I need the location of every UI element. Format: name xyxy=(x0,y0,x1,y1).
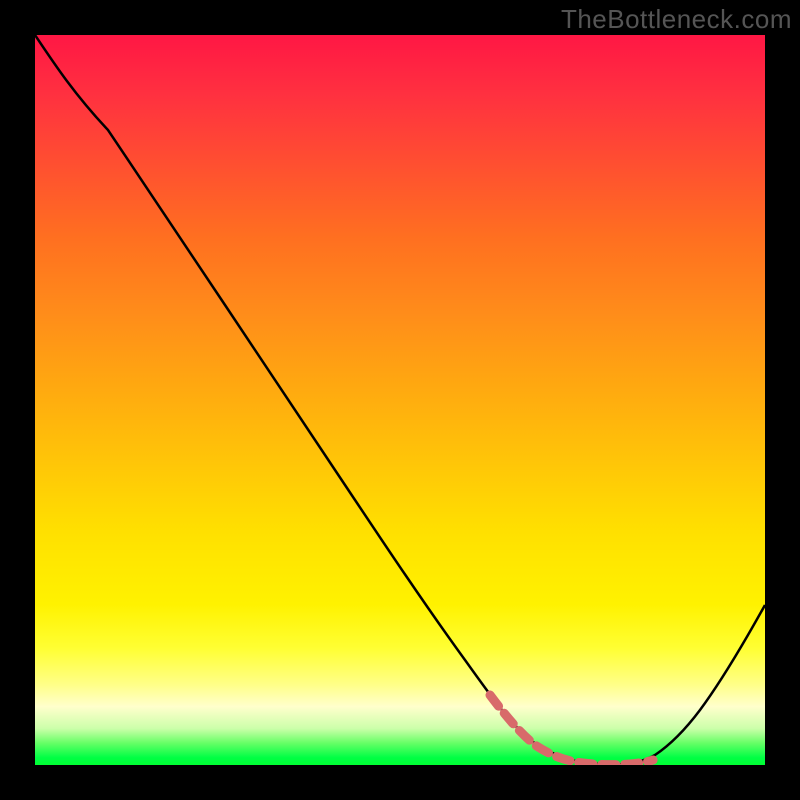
chart-container: TheBottleneck.com xyxy=(0,0,800,800)
main-curve xyxy=(35,35,765,764)
watermark-text: TheBottleneck.com xyxy=(561,4,792,35)
highlight-end-dot xyxy=(649,756,658,765)
curve-svg xyxy=(35,35,765,765)
highlight-segment xyxy=(490,695,653,765)
plot-area xyxy=(35,35,765,765)
